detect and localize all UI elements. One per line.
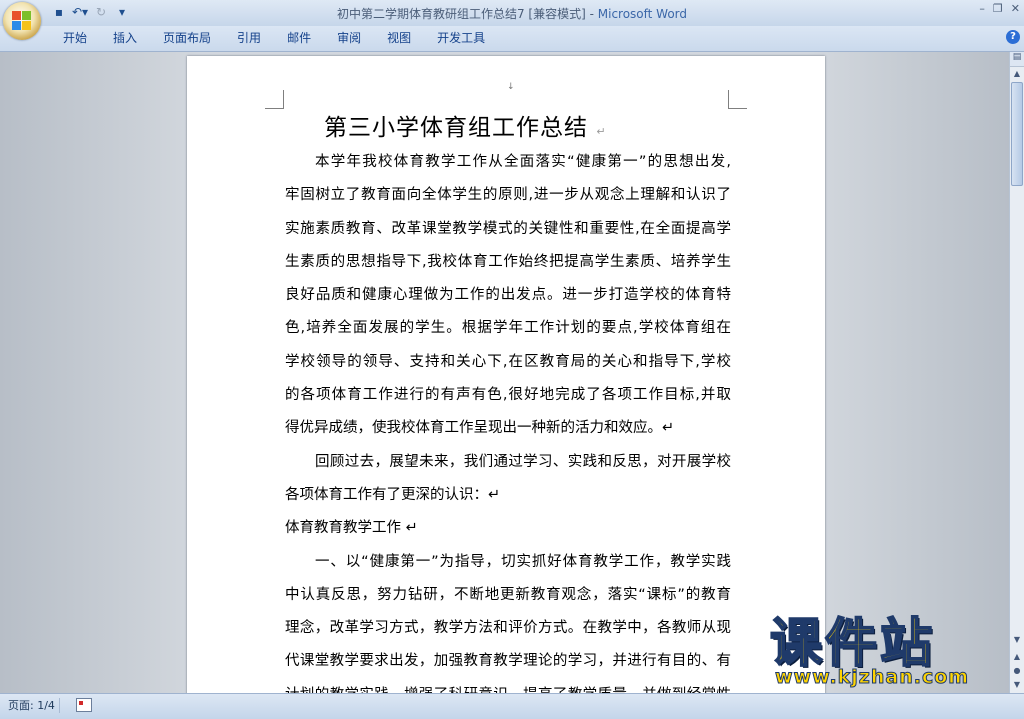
paragraph-mark: ↵: [596, 125, 607, 138]
document-text-line: 计划的教学实践，增强了科研意识，提高了教学质量，并做到经常性: [285, 679, 731, 693]
document-text-line: 色,培养全面发展的学生。根据学年工作计划的要点,学校体育组在: [285, 320, 731, 337]
tab-references[interactable]: 引用: [224, 30, 274, 47]
document-text-line: 实施素质教育、改革课堂教学模式的关键性和重要性,在全面提高学: [285, 220, 731, 237]
view-ruler-icon[interactable]: ▤: [1010, 52, 1024, 67]
watermark-url: www.kjzhan.com: [774, 666, 970, 689]
tab-insert[interactable]: 插入: [100, 30, 150, 47]
tab-mailings[interactable]: 邮件: [274, 30, 324, 47]
proofing-status-icon[interactable]: [76, 698, 92, 712]
heading-text: 第三小学体育组工作总结: [324, 115, 588, 141]
document-text-line: 理念，改革学习方式，教学方法和评价方式。在教学中，各教师从现: [285, 620, 731, 637]
scroll-up-icon[interactable]: ▲: [1010, 67, 1024, 81]
watermark-logo-text: 课件站: [769, 614, 936, 674]
document-page[interactable]: ↓ 第三小学体育组工作总结 ↵ 本学年我校体育教学工作从全面落实“健康第一”的思…: [187, 56, 825, 693]
crop-mark-top-right: [728, 90, 747, 109]
office-logo-icon: [12, 11, 32, 31]
vertical-scrollbar[interactable]: ▤ ▲ ▼ ▲ ● ▼: [1009, 52, 1024, 693]
document-text-line: 良好品质和健康心理做为工作的出发点。进一步打造学校的体育特: [285, 287, 731, 304]
scroll-thumb[interactable]: [1011, 82, 1023, 186]
document-name: 初中第二学期体育教研组工作总结7 [兼容模式]: [336, 7, 586, 21]
restore-button[interactable]: ❐: [993, 2, 1003, 15]
document-text-line: 得优异成绩，使我校体育工作呈现出一种新的活力和效应。↵: [285, 420, 675, 437]
site-watermark: 课件站 www.kjzhan.com: [769, 614, 1010, 692]
ribbon: 开始 插入 页面布局 引用 邮件 审阅 视图 开发工具 ?: [0, 26, 1024, 52]
scroll-down-icon[interactable]: ▼: [1010, 633, 1024, 647]
app-name: Microsoft Word: [597, 7, 688, 21]
title-separator: -: [585, 7, 598, 21]
document-text-line: 体育教育教学工作 ↵: [285, 520, 418, 537]
document-text-line: 回顾过去，展望未来，我们通过学习、实践和反思，对开展学校: [315, 453, 731, 470]
previous-page-icon[interactable]: ▲: [1010, 650, 1024, 663]
document-text-line: 学校领导的领导、支持和关心下,在区教育局的关心和指导下,学校: [285, 353, 731, 370]
header-paragraph-mark: ↓: [507, 82, 515, 92]
document-heading: 第三小学体育组工作总结 ↵: [324, 108, 607, 142]
window-controls: – ❐ ✕: [979, 2, 1020, 15]
title-bar: ▪ ↶▾ ↻ ▾ 初中第二学期体育教研组工作总结7 [兼容模式] - Micro…: [0, 0, 1024, 27]
document-text-line: 的各项体育工作进行的有声有色,很好地完成了各项工作目标,并取: [285, 387, 731, 404]
tab-developer[interactable]: 开发工具: [424, 30, 498, 47]
document-text-line: 代课堂教学要求出发，加强教育教学理论的学习，并进行有目的、有: [285, 653, 731, 670]
minimize-button[interactable]: –: [979, 2, 985, 15]
help-icon[interactable]: ?: [1006, 30, 1020, 44]
document-workspace: ↓ 第三小学体育组工作总结 ↵ 本学年我校体育教学工作从全面落实“健康第一”的思…: [0, 52, 1010, 693]
tab-review[interactable]: 审阅: [324, 30, 374, 47]
document-text-line: 生素质的思想指导下,我校体育工作始终把提高学生素质、培养学生: [285, 253, 731, 270]
document-body: 本学年我校体育教学工作从全面落实“健康第一”的思想出发, 牢固树立了教育面向全体学…: [285, 146, 731, 693]
document-text-line: 一、以“健康第一”为指导，切实抓好体育教学工作，教学实践: [315, 553, 731, 570]
close-button[interactable]: ✕: [1011, 2, 1020, 15]
document-text-line: 各项体育工作有了更深的认识：↵: [285, 486, 501, 503]
document-text-line: 牢固树立了教育面向全体学生的原则,进一步从观念上理解和认识了: [285, 187, 731, 204]
document-text-line: 本学年我校体育教学工作从全面落实“健康第一”的思想出发,: [315, 154, 731, 170]
crop-mark-top-left: [265, 90, 284, 109]
tab-page-layout[interactable]: 页面布局: [150, 30, 224, 47]
tab-view[interactable]: 视图: [374, 30, 424, 47]
select-browse-object-icon[interactable]: ●: [1010, 664, 1024, 677]
page-count-indicator[interactable]: 页面: 1/4: [4, 698, 60, 713]
office-button[interactable]: [3, 2, 41, 40]
ribbon-tabs: 开始 插入 页面布局 引用 邮件 审阅 视图 开发工具: [50, 30, 498, 47]
window-title: 初中第二学期体育教研组工作总结7 [兼容模式] - Microsoft Word: [0, 5, 1024, 22]
tab-home[interactable]: 开始: [50, 30, 100, 47]
status-bar: 页面: 1/4: [0, 693, 1024, 719]
document-text-line: 中认真反思，努力钻研，不断地更新教育观念，落实“课标”的教育: [285, 586, 731, 603]
next-page-icon[interactable]: ▼: [1010, 678, 1024, 691]
